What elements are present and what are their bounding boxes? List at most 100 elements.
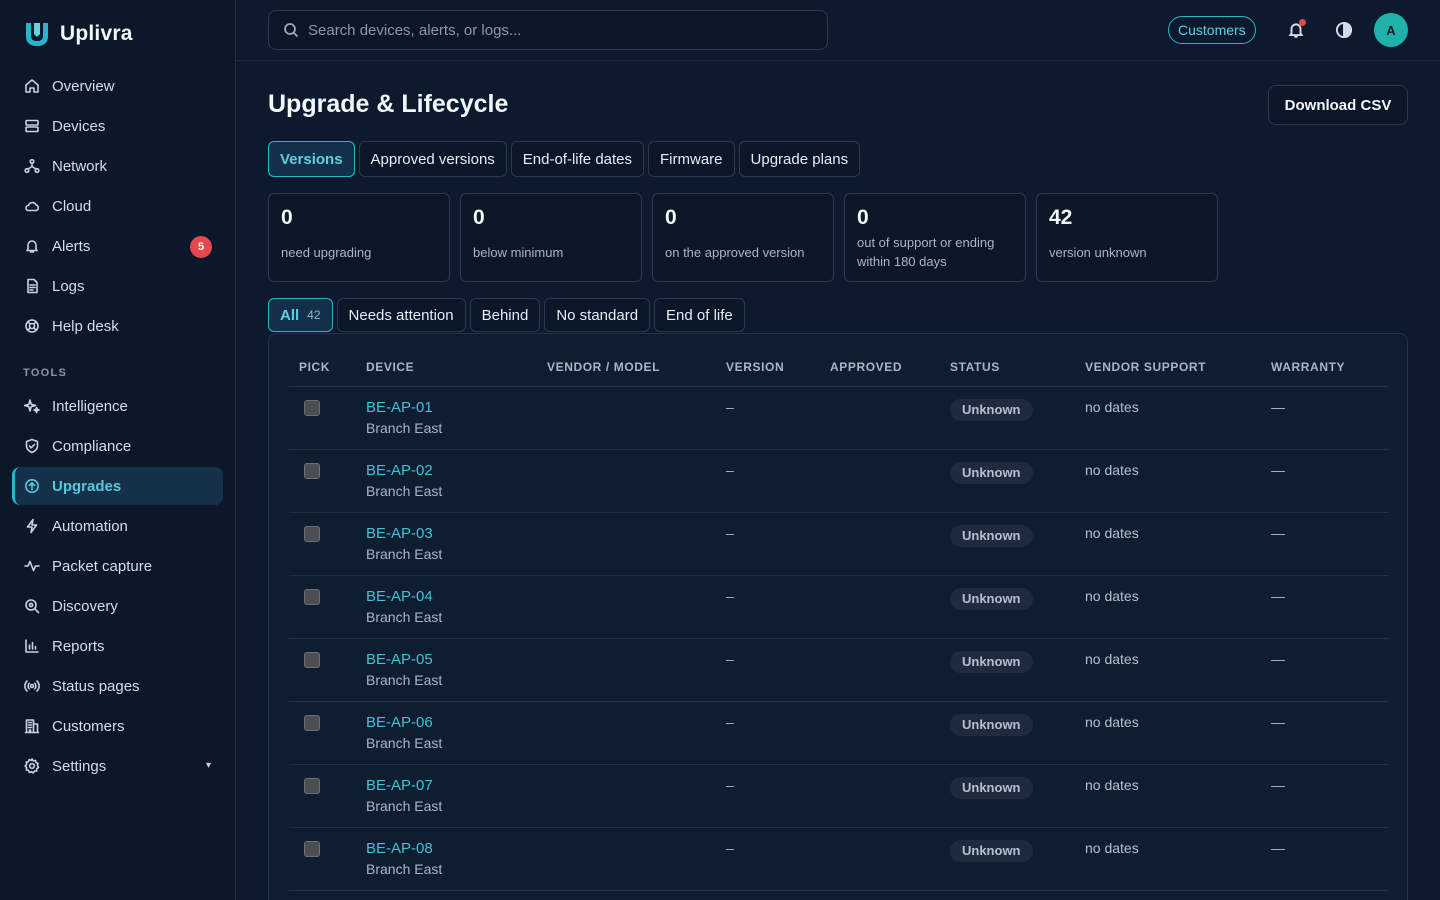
search-box[interactable] <box>268 10 828 50</box>
table-row[interactable]: BE-AP-02 Branch East – Unknown no dates — <box>289 449 1389 513</box>
sidebar-item-cloud[interactable]: Cloud <box>12 187 223 225</box>
sidebar-item-upgrades[interactable]: Upgrades <box>12 467 223 505</box>
status-badge: Unknown <box>950 839 1033 862</box>
row-checkbox[interactable] <box>304 777 320 794</box>
table-row[interactable]: BE-AP-05 Branch East – Unknown no dates — <box>289 638 1389 702</box>
row-checkbox[interactable] <box>304 525 320 542</box>
sidebar-item-network[interactable]: Network <box>12 147 223 185</box>
bell-icon <box>26 240 38 253</box>
tab-firmware[interactable]: Firmware <box>648 141 735 177</box>
theme-toggle-button[interactable] <box>1332 18 1356 42</box>
vendor-support-cell: no dates <box>1075 827 1261 891</box>
customers-button[interactable]: Customers <box>1168 16 1256 44</box>
stat-value: 0 <box>857 206 869 229</box>
approved-cell <box>820 449 940 513</box>
filter-no-standard[interactable]: No standard <box>544 298 651 332</box>
column-header-status[interactable]: STATUS <box>940 348 1075 387</box>
sidebar-item-help-desk[interactable]: Help desk <box>12 307 223 345</box>
sidebar-item-logs[interactable]: Logs <box>12 267 223 305</box>
table-row[interactable]: BE-AP-08 Branch East – Unknown no dates — <box>289 827 1389 891</box>
search-input[interactable] <box>308 21 788 39</box>
sidebar-item-overview[interactable]: Overview <box>12 67 223 105</box>
download-csv-button[interactable]: Download CSV <box>1268 85 1408 125</box>
notification-dot <box>1299 19 1306 26</box>
filter-behind[interactable]: Behind <box>469 298 541 332</box>
vendor-support-cell: no dates <box>1075 386 1261 450</box>
device-link[interactable]: BE-AP-07 <box>366 777 537 794</box>
table-row[interactable]: BE-AP-06 Branch East – Unknown no dates — <box>289 701 1389 765</box>
topbar: Customers A <box>236 0 1440 61</box>
table-row[interactable]: BE-AP-04 Branch East – Unknown no dates — <box>289 575 1389 639</box>
sidebar-item-reports[interactable]: Reports <box>12 627 223 665</box>
filter-all[interactable]: All 42 <box>268 298 333 332</box>
device-link[interactable]: BE-AP-05 <box>366 651 537 668</box>
sidebar-item-label: Intelligence <box>52 397 128 415</box>
sidebar-item-settings[interactable]: Settings ▾ <box>12 747 223 785</box>
row-checkbox[interactable] <box>304 840 320 857</box>
status-cell: Unknown <box>940 512 1075 576</box>
sidebar-item-intelligence[interactable]: Intelligence <box>12 387 223 425</box>
lifecycle-tabs: Versions Approved versions End-of-life d… <box>268 141 861 177</box>
filter-end-of-life[interactable]: End of life <box>654 298 745 332</box>
tab-upgrade-plans[interactable]: Upgrade plans <box>738 141 861 177</box>
brand-name: Uplivra <box>60 22 133 45</box>
tab-end-of-life-dates[interactable]: End-of-life dates <box>510 141 645 177</box>
stat-value: 0 <box>473 206 485 229</box>
device-link[interactable]: BE-AP-02 <box>366 462 537 479</box>
row-checkbox[interactable] <box>304 651 320 668</box>
contrast-icon <box>1335 21 1353 39</box>
sidebar-item-automation[interactable]: Automation <box>12 507 223 545</box>
column-header-warranty[interactable]: WARRANTY <box>1261 348 1389 387</box>
warranty-cell: — <box>1261 449 1389 513</box>
stats-row: 0 need upgrading 0 below minimum 0 on th… <box>268 193 1218 282</box>
stat-card-need-upgrading: 0 need upgrading <box>268 193 450 282</box>
version-cell: – <box>716 638 820 702</box>
table-row[interactable]: BE-AP-01 Branch East – Unknown no dates — <box>289 386 1389 450</box>
row-checkbox[interactable] <box>304 399 320 416</box>
avatar[interactable]: A <box>1374 13 1408 47</box>
column-header-version[interactable]: VERSION <box>716 348 820 387</box>
tab-approved-versions[interactable]: Approved versions <box>358 141 507 177</box>
sidebar-item-compliance[interactable]: Compliance <box>12 427 223 465</box>
device-link[interactable]: BE-AP-01 <box>366 399 537 416</box>
notifications-button[interactable] <box>1284 18 1308 42</box>
row-checkbox[interactable] <box>304 588 320 605</box>
device-link[interactable]: BE-AP-04 <box>366 588 537 605</box>
sidebar-item-customers[interactable]: Customers <box>12 707 223 745</box>
vendor-model-cell <box>537 827 716 891</box>
column-header-vendor-model[interactable]: VENDOR / MODEL <box>537 348 716 387</box>
upgrade-icon <box>25 479 39 493</box>
device-site: Branch East <box>366 734 443 751</box>
vendor-model-cell <box>537 764 716 828</box>
column-header-device[interactable]: DEVICE <box>356 348 537 387</box>
tab-versions[interactable]: Versions <box>268 141 355 177</box>
column-header-vendor-support[interactable]: VENDOR SUPPORT <box>1075 348 1261 387</box>
device-link[interactable]: BE-AP-03 <box>366 525 537 542</box>
device-link[interactable]: BE-AP-06 <box>366 714 537 731</box>
vendor-model-cell <box>537 512 716 576</box>
row-checkbox[interactable] <box>304 462 320 479</box>
sidebar-item-discovery[interactable]: Discovery <box>12 587 223 625</box>
sidebar-item-devices[interactable]: Devices <box>12 107 223 145</box>
device-link[interactable]: BE-AP-08 <box>366 840 537 857</box>
row-checkbox[interactable] <box>304 714 320 731</box>
status-cell: Unknown <box>940 827 1075 891</box>
sidebar-item-packet-capture[interactable]: Packet capture <box>12 547 223 585</box>
table-header-row: PICK DEVICE VENDOR / MODEL VERSION APPRO… <box>289 348 1389 387</box>
table-row[interactable]: BE-AP-03 Branch East – Unknown no dates — <box>289 512 1389 576</box>
vendor-support-cell: no dates <box>1075 449 1261 513</box>
column-header-approved[interactable]: APPROVED <box>820 348 940 387</box>
sidebar-item-alerts[interactable]: Alerts 5 <box>12 227 223 265</box>
sidebar-item-label: Status pages <box>52 677 140 695</box>
filter-needs-attention[interactable]: Needs attention <box>336 298 466 332</box>
brand[interactable]: Uplivra <box>24 20 133 48</box>
file-icon <box>27 278 38 294</box>
stat-value: 42 <box>1049 206 1073 229</box>
devices-table-card: PICK DEVICE VENDOR / MODEL VERSION APPRO… <box>268 333 1408 900</box>
table-row[interactable]: BE-AP-07 Branch East – Unknown no dates — <box>289 764 1389 828</box>
sidebar-item-label: Customers <box>52 717 125 735</box>
device-cell: BE-AP-02 Branch East <box>356 449 537 513</box>
sidebar-item-status-pages[interactable]: Status pages <box>12 667 223 705</box>
device-cell: BE-AP-07 Branch East <box>356 764 537 828</box>
device-site: Branch East <box>366 608 443 625</box>
